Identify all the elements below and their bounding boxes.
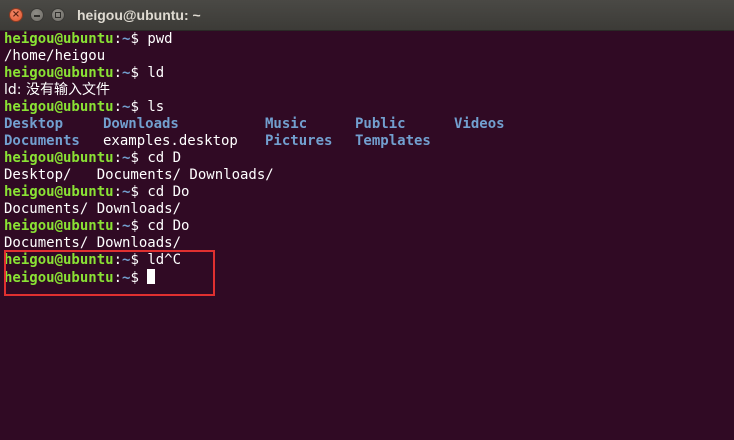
prompt-symbol: $	[130, 218, 148, 234]
prompt-line: heigou@ubuntu:~$ ld	[4, 65, 730, 82]
command-text: cd Do	[147, 218, 190, 234]
output-line: ld: 没有输入文件	[4, 82, 730, 99]
prompt-separator: :	[113, 31, 123, 47]
prompt-symbol: $	[130, 184, 148, 200]
ls-output-row: Documents examples.desktop Pictures Templat…	[4, 133, 730, 150]
title-bar[interactable]: × heigou@ubuntu: ~	[0, 0, 734, 31]
output-line: /home/heigou	[4, 48, 730, 65]
maximize-icon	[55, 12, 61, 18]
prompt-line: heigou@ubuntu:~$ ld^C	[4, 252, 730, 269]
directory-entry: Public	[355, 116, 406, 132]
output-line: Documents/ Downloads/	[4, 201, 730, 218]
directory-entry: Videos	[454, 116, 505, 132]
directory-entry: Downloads	[103, 116, 179, 132]
ls-output-row: Desktop Downloads Music Public Videos	[4, 116, 730, 133]
output-text: Desktop/ Documents/ Downloads/	[4, 167, 274, 183]
prompt-user: heigou@ubuntu	[4, 99, 114, 115]
prompt-separator: :	[113, 270, 123, 286]
directory-entry: Pictures	[265, 133, 333, 149]
prompt-user: heigou@ubuntu	[4, 31, 114, 47]
prompt-line: heigou@ubuntu:~$ pwd	[4, 31, 730, 48]
prompt-symbol: $	[130, 99, 148, 115]
prompt-line: heigou@ubuntu:~$ cd Do	[4, 218, 730, 235]
command-text: pwd	[147, 31, 173, 47]
prompt-symbol: $	[130, 270, 148, 286]
command-text: ls	[147, 99, 165, 115]
minimize-button[interactable]	[30, 8, 44, 22]
terminal-output[interactable]: heigou@ubuntu:~$ pwd/home/heigou heigou@u…	[4, 31, 730, 440]
minimize-icon	[34, 14, 40, 17]
prompt-line: heigou@ubuntu:~$ ls	[4, 99, 730, 116]
terminal-window: × heigou@ubuntu: ~ heigou@ubuntu:~$ pwd /…	[0, 0, 734, 440]
output-line: Documents/ Downloads/	[4, 235, 730, 252]
prompt-line: heigou@ubuntu:~$ cd D	[4, 150, 730, 167]
file-entry: examples.desktop	[103, 133, 238, 149]
close-button[interactable]: ×	[9, 8, 23, 22]
window-title: heigou@ubuntu: ~	[77, 7, 201, 23]
directory-entry: Documents	[4, 133, 80, 149]
prompt-line: heigou@ubuntu:~$ cd Do	[4, 184, 730, 201]
prompt-separator: :	[113, 65, 123, 81]
prompt-separator: :	[113, 184, 123, 200]
directory-entry: Desktop	[4, 116, 64, 132]
command-text: cd Do	[147, 184, 190, 200]
prompt-symbol: $	[130, 150, 148, 166]
close-icon: ×	[11, 9, 21, 20]
output-text: ld: 没有输入文件	[4, 82, 110, 98]
prompt-symbol: $	[130, 65, 148, 81]
prompt-symbol: $	[130, 31, 148, 47]
output-text: /home/heigou	[4, 48, 106, 64]
command-text: ld	[147, 65, 165, 81]
prompt-separator: :	[113, 218, 123, 234]
output-text: Documents/ Downloads/	[4, 235, 182, 251]
prompt-separator: :	[113, 150, 123, 166]
text-cursor[interactable]	[147, 269, 156, 284]
maximize-button[interactable]	[51, 8, 65, 22]
prompt-separator: :	[113, 252, 123, 268]
prompt-user: heigou@ubuntu	[4, 270, 114, 286]
output-line: Desktop/ Documents/ Downloads/	[4, 167, 730, 184]
directory-entry: Templates	[355, 133, 431, 149]
prompt-user: heigou@ubuntu	[4, 65, 114, 81]
prompt-user: heigou@ubuntu	[4, 184, 114, 200]
prompt-user: heigou@ubuntu	[4, 252, 114, 268]
prompt-line: heigou@ubuntu:~$	[4, 269, 730, 286]
prompt-user: heigou@ubuntu	[4, 150, 114, 166]
prompt-user: heigou@ubuntu	[4, 218, 114, 234]
output-text: Documents/ Downloads/	[4, 201, 182, 217]
directory-entry: Music	[265, 116, 308, 132]
command-text: cd D	[147, 150, 182, 166]
prompt-symbol: $	[130, 252, 148, 268]
prompt-separator: :	[113, 99, 123, 115]
command-text: ld^C	[147, 252, 182, 268]
